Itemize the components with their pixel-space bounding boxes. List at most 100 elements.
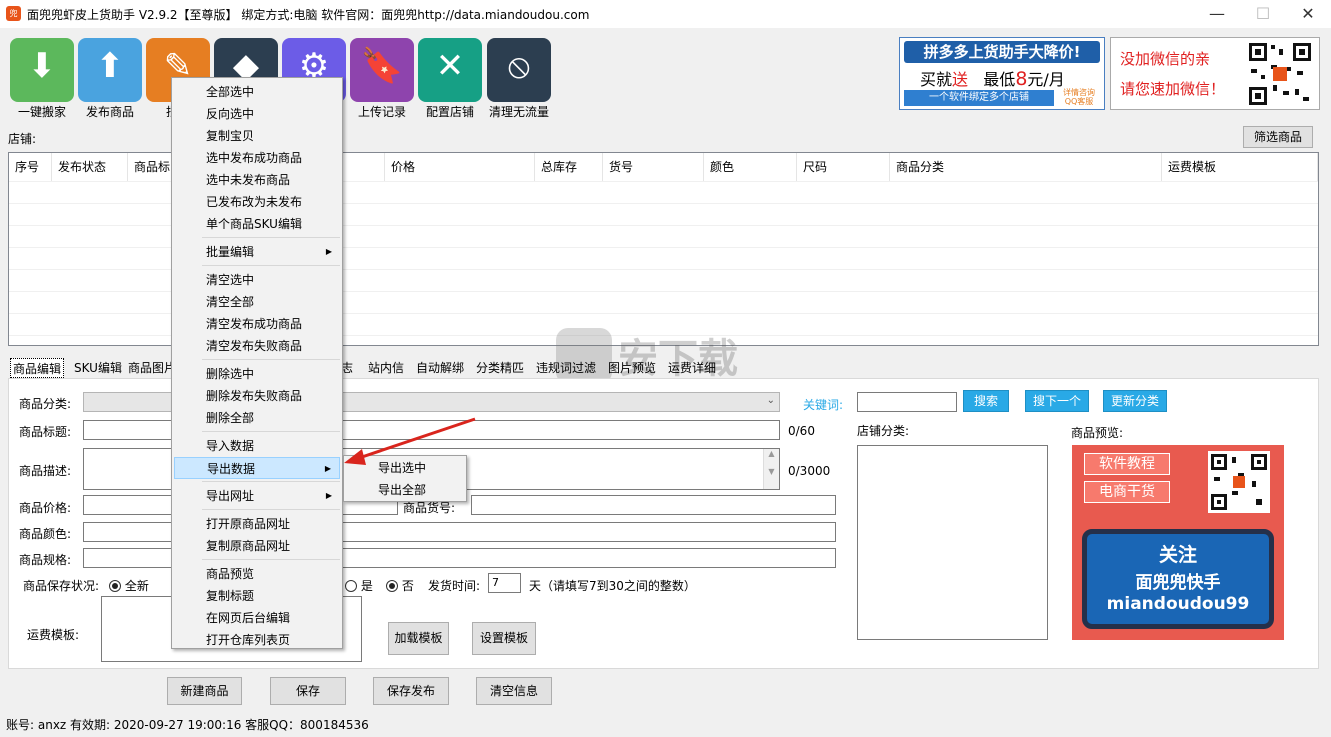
grid-column-header[interactable]: 运费模板 bbox=[1162, 153, 1318, 181]
load-template-button[interactable]: 加载模板 bbox=[388, 622, 449, 655]
wechat-banner[interactable]: 没加微信的亲 请您速加微信！ bbox=[1110, 37, 1320, 110]
menu-item[interactable]: 复制宝贝 bbox=[174, 125, 340, 147]
toolbar-label-5: 上传记录 bbox=[357, 105, 406, 119]
grid-column-header[interactable]: 颜色 bbox=[704, 153, 797, 181]
menu-item[interactable]: 导入数据 bbox=[174, 435, 340, 457]
menu-item-label: 商品预览 bbox=[206, 567, 255, 581]
menu-item-label: 批量编辑 bbox=[206, 245, 255, 259]
tools-icon: ✕ bbox=[435, 46, 465, 86]
menu-item[interactable]: 删除选中 bbox=[174, 363, 340, 385]
menu-item[interactable]: 商品预览 bbox=[174, 563, 340, 585]
menu-item[interactable]: 复制标题 bbox=[174, 585, 340, 607]
menu-item[interactable]: 批量编辑 ▶ bbox=[174, 241, 340, 263]
menu-item[interactable]: 导出网址 ▶ bbox=[174, 485, 340, 507]
condition-new-radio[interactable]: 全新 bbox=[109, 577, 149, 594]
menu-item[interactable]: 选中发布成功商品 bbox=[174, 147, 340, 169]
promo-banner[interactable]: 拼多多上货助手大降价! 买就送 最低8元/月 一个软件绑定多个店铺 详情咨询 Q… bbox=[899, 37, 1105, 110]
shop-category-list[interactable] bbox=[857, 445, 1048, 640]
toolbar-button-7[interactable]: ⦸ bbox=[487, 38, 551, 102]
yes-radio[interactable]: 是 bbox=[345, 577, 373, 594]
submenu-arrow-icon: ▶ bbox=[325, 491, 332, 500]
toolbar-button-5[interactable]: 🔖 bbox=[350, 38, 414, 102]
yes-text: 是 bbox=[360, 579, 373, 593]
filter-products-button[interactable]: 筛选商品 bbox=[1243, 126, 1313, 148]
bottom-button-3[interactable]: 清空信息 bbox=[476, 677, 552, 705]
keyword-input[interactable] bbox=[857, 392, 957, 412]
promo-text-b: 送 bbox=[952, 70, 969, 89]
menu-item-label: 清空选中 bbox=[206, 273, 255, 287]
menu-item-label: 清空发布失败商品 bbox=[206, 339, 303, 353]
color-label: 商品颜色: bbox=[19, 527, 72, 541]
tab-2[interactable]: 商品图片 bbox=[128, 358, 176, 378]
menu-item[interactable]: 单个商品SKU编辑 bbox=[174, 213, 340, 235]
grid-column-header[interactable]: 货号 bbox=[603, 153, 704, 181]
grid-column-header[interactable]: 商品分类 bbox=[890, 153, 1162, 181]
tab-1[interactable]: SKU编辑 bbox=[74, 358, 122, 378]
toolbar-button-0[interactable]: ⬇ bbox=[10, 38, 74, 102]
submenu-item[interactable]: 导出选中 bbox=[346, 457, 464, 479]
grid-column-header[interactable]: 价格 bbox=[385, 153, 535, 181]
menu-item[interactable]: 反向选中 bbox=[174, 103, 340, 125]
tab-6[interactable]: 分类精匹 bbox=[476, 358, 524, 378]
tab-4[interactable]: 站内信 bbox=[368, 358, 404, 378]
menu-item[interactable]: 打开原商品网址 bbox=[174, 513, 340, 535]
menu-item[interactable]: 在网页后台编辑 bbox=[174, 607, 340, 629]
menu-item-label: 导入数据 bbox=[206, 439, 255, 453]
set-template-button[interactable]: 设置模板 bbox=[472, 622, 536, 655]
toolbar-button-6[interactable]: ✕ bbox=[418, 38, 482, 102]
shop-label: 店铺: bbox=[8, 132, 37, 146]
status-bar: 账号: anxz 有效期: 2020-09-27 19:00:16 客服QQ：8… bbox=[6, 718, 369, 732]
menu-item[interactable]: 清空全部 bbox=[174, 291, 340, 313]
close-button[interactable]: ✕ bbox=[1285, 0, 1331, 28]
menu-item[interactable]: 删除发布失败商品 bbox=[174, 385, 340, 407]
tab-0[interactable]: 商品编辑 bbox=[10, 358, 65, 378]
search-next-button[interactable]: 搜下一个 bbox=[1025, 390, 1089, 412]
preview-qr-icon bbox=[1208, 451, 1270, 513]
menu-item[interactable]: 清空发布成功商品 bbox=[174, 313, 340, 335]
menu-item[interactable]: 复制原商品网址 bbox=[174, 535, 340, 557]
menu-item-label: 删除全部 bbox=[206, 411, 255, 425]
ship-time-input[interactable]: 7 bbox=[488, 573, 521, 593]
menu-item[interactable]: 删除全部 bbox=[174, 407, 340, 429]
chevron-down-icon: ⌄ bbox=[766, 395, 775, 406]
tab-9[interactable]: 运费详细 bbox=[668, 358, 716, 378]
menu-item[interactable]: 全部选中 bbox=[174, 81, 340, 103]
menu-item-label: 全部选中 bbox=[206, 85, 255, 99]
bottom-button-0[interactable]: 新建商品 bbox=[167, 677, 242, 705]
menu-item[interactable]: 清空发布失败商品 bbox=[174, 335, 340, 357]
menu-item[interactable]: 打开仓库列表页 bbox=[174, 629, 340, 651]
preview-name: 面兜兜快手 bbox=[1135, 573, 1221, 593]
search-button[interactable]: 搜索 bbox=[963, 390, 1009, 412]
menu-item-label: 在网页后台编辑 bbox=[206, 611, 291, 625]
grid-column-header[interactable]: 总库存 bbox=[535, 153, 603, 181]
tab-7[interactable]: 违规词过滤 bbox=[536, 358, 596, 378]
submenu-arrow-icon: ▶ bbox=[324, 464, 331, 473]
menu-item-label: 选中发布成功商品 bbox=[206, 151, 303, 165]
toolbar-button-1[interactable]: ⬆ bbox=[78, 38, 142, 102]
grid-column-header[interactable]: 尺码 bbox=[797, 153, 890, 181]
radio-dot-icon bbox=[109, 580, 121, 592]
desc-count: 0/3000 bbox=[788, 464, 831, 478]
desc-scrollbar[interactable]: ▲ ▼ bbox=[763, 449, 779, 489]
sku-no-input[interactable] bbox=[471, 495, 836, 515]
grid-column-header[interactable]: 发布状态 bbox=[52, 153, 128, 181]
grid-column-header[interactable]: 序号 bbox=[9, 153, 52, 181]
app-icon: 兜 bbox=[6, 6, 21, 21]
submenu-item[interactable]: 导出全部 bbox=[346, 479, 464, 501]
minimize-button[interactable]: — bbox=[1194, 0, 1240, 28]
no-radio[interactable]: 否 bbox=[386, 577, 414, 594]
maximize-button[interactable]: ☐ bbox=[1240, 0, 1286, 28]
menu-item[interactable]: 已发布改为未发布 bbox=[174, 191, 340, 213]
menu-item[interactable]: 导出数据 ▶ bbox=[174, 457, 340, 479]
promo-price: 买就送 最低8元/月 bbox=[920, 66, 1065, 90]
bottom-button-2[interactable]: 保存发布 bbox=[373, 677, 449, 705]
tab-8[interactable]: 图片预览 bbox=[608, 358, 656, 378]
wechat-line2: 请您速加微信！ bbox=[1120, 80, 1226, 98]
menu-item-label: 复制原商品网址 bbox=[206, 539, 291, 553]
update-category-button[interactable]: 更新分类 bbox=[1103, 390, 1167, 412]
bottom-button-1[interactable]: 保存 bbox=[270, 677, 346, 705]
menu-item[interactable]: 清空选中 bbox=[174, 269, 340, 291]
menu-item[interactable]: 选中未发布商品 bbox=[174, 169, 340, 191]
price-label: 商品价格: bbox=[19, 501, 72, 515]
tab-5[interactable]: 自动解绑 bbox=[416, 358, 464, 378]
